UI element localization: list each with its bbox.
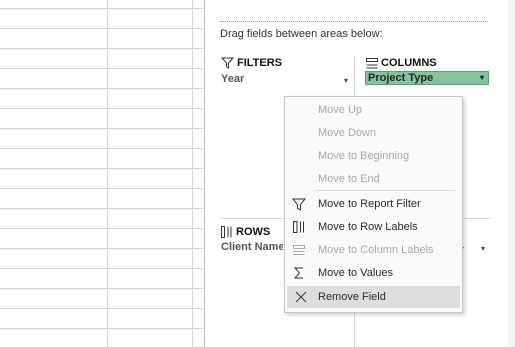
- grid-row-line: [0, 228, 205, 229]
- pane-scrollbar[interactable]: [508, 0, 515, 347]
- columns-label: COLUMNS: [381, 57, 437, 69]
- columns-area-header: COLUMNS: [366, 57, 437, 69]
- row-labels-icon: [293, 221, 304, 233]
- chevron-down-icon[interactable]: ▾: [481, 244, 485, 253]
- menu-item-label: Move Up: [318, 104, 363, 116]
- menu-item-move-to-report-filter[interactable]: Move to Report Filter: [285, 193, 462, 215]
- menu-item-label: Move to End: [318, 173, 380, 185]
- grid-row-line: [0, 108, 205, 109]
- menu-item-label: Remove Field: [318, 291, 386, 303]
- menu-item-move-up[interactable]: Move Up: [285, 99, 462, 121]
- menu-item-move-to-end[interactable]: Move to End: [285, 168, 462, 190]
- columns-icon: [366, 57, 378, 68]
- grid-row-line: [0, 248, 205, 249]
- section-divider: [220, 21, 488, 22]
- grid-row-line: [0, 148, 205, 149]
- menu-item-move-down[interactable]: Move Down: [285, 122, 462, 144]
- rows-field-client-name[interactable]: Client Name: [221, 241, 283, 253]
- rows-label: ROWS: [236, 226, 271, 238]
- grid-row-line: [0, 188, 205, 189]
- filters-area-header: FILTERS: [221, 57, 282, 69]
- menu-item-move-to-values[interactable]: Move to Values: [285, 262, 462, 284]
- filter-icon: [221, 57, 234, 69]
- grid-row-line: [0, 168, 205, 169]
- menu-separator: [315, 190, 455, 191]
- grid-row-line: [0, 88, 205, 89]
- grid-column-line: [192, 0, 193, 347]
- chevron-down-icon[interactable]: ▾: [344, 76, 348, 85]
- menu-item-move-to-beginning[interactable]: Move to Beginning: [285, 145, 462, 167]
- menu-item-label: Move to Values: [318, 267, 394, 279]
- row-labels-icon: [221, 226, 232, 238]
- grid-row-line: [0, 268, 205, 269]
- grid-column-line: [107, 0, 108, 347]
- grid-row-line: [0, 288, 205, 289]
- field-context-menu: Move Up Move Down Move to Beginning Move…: [284, 96, 463, 313]
- menu-item-remove-field[interactable]: Remove Field: [287, 286, 460, 308]
- grid-row-line: [0, 208, 205, 209]
- chevron-down-icon[interactable]: ▾: [480, 72, 484, 84]
- menu-item-label: Move Down: [318, 127, 377, 139]
- columns-field-project-type[interactable]: Project Type ▾: [365, 71, 489, 85]
- menu-item-move-to-column-labels[interactable]: Move to Column Labels: [285, 239, 462, 261]
- drag-instruction: Drag fields between areas below:: [220, 28, 383, 40]
- rows-area-header: ROWS: [221, 226, 270, 238]
- grid-row-line: [0, 128, 205, 129]
- filters-label: FILTERS: [237, 57, 283, 69]
- menu-item-label: Move to Column Labels: [318, 244, 434, 256]
- columns-field-label: Project Type: [368, 72, 434, 84]
- grid-row-line: [0, 8, 205, 9]
- filter-icon: [291, 198, 307, 211]
- close-icon: [295, 291, 307, 303]
- spreadsheet-grid[interactable]: [0, 0, 205, 347]
- grid-row-line: [0, 308, 205, 309]
- sigma-icon: [293, 267, 303, 279]
- menu-item-move-to-row-labels[interactable]: Move to Row Labels: [285, 216, 462, 238]
- menu-item-label: Move to Row Labels: [318, 221, 418, 233]
- menu-item-label: Move to Report Filter: [318, 198, 421, 210]
- grid-row-line: [0, 328, 205, 329]
- grid-row-line: [0, 68, 205, 69]
- grid-row-line: [0, 28, 205, 29]
- filters-field-year[interactable]: Year: [221, 73, 244, 85]
- grid-row-line: [0, 48, 205, 49]
- area-divider-horizontal: [460, 218, 490, 219]
- menu-item-label: Move to Beginning: [318, 150, 410, 162]
- column-labels-icon: [293, 245, 305, 255]
